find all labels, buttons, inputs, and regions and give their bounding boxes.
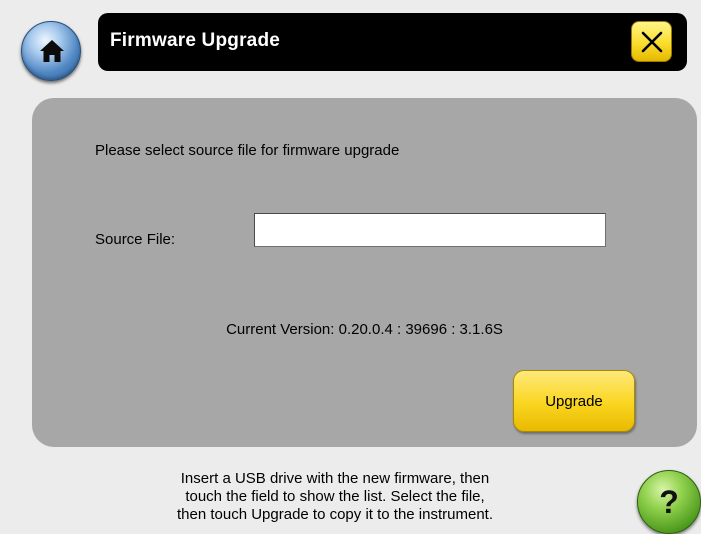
help-line: Insert a USB drive with the new firmware… <box>180 470 490 487</box>
instruction-text: Please select source file for firmware u… <box>95 142 400 159</box>
question-mark-icon: ? <box>659 484 679 520</box>
title-bar: Firmware Upgrade <box>98 13 687 71</box>
home-icon <box>40 40 64 62</box>
source-file-label: Source File: <box>95 231 176 248</box>
home-button[interactable] <box>21 21 81 81</box>
current-version-text: Current Version: 0.20.0.4 : 39696 : 3.1.… <box>226 321 503 338</box>
page-title: Firmware Upgrade <box>110 30 281 51</box>
upgrade-panel: Please select source file for firmware u… <box>32 98 697 447</box>
upgrade-button[interactable]: Upgrade <box>513 370 635 432</box>
help-button[interactable]: ? <box>637 470 701 534</box>
help-line: then touch Upgrade to copy it to the ins… <box>176 506 494 523</box>
source-file-field[interactable] <box>254 213 606 247</box>
help-text: Insert a USB drive with the new firmware… <box>120 470 550 524</box>
close-button[interactable] <box>631 21 672 62</box>
close-icon <box>641 31 663 53</box>
help-line: touch the field to show the list. Select… <box>185 488 485 505</box>
